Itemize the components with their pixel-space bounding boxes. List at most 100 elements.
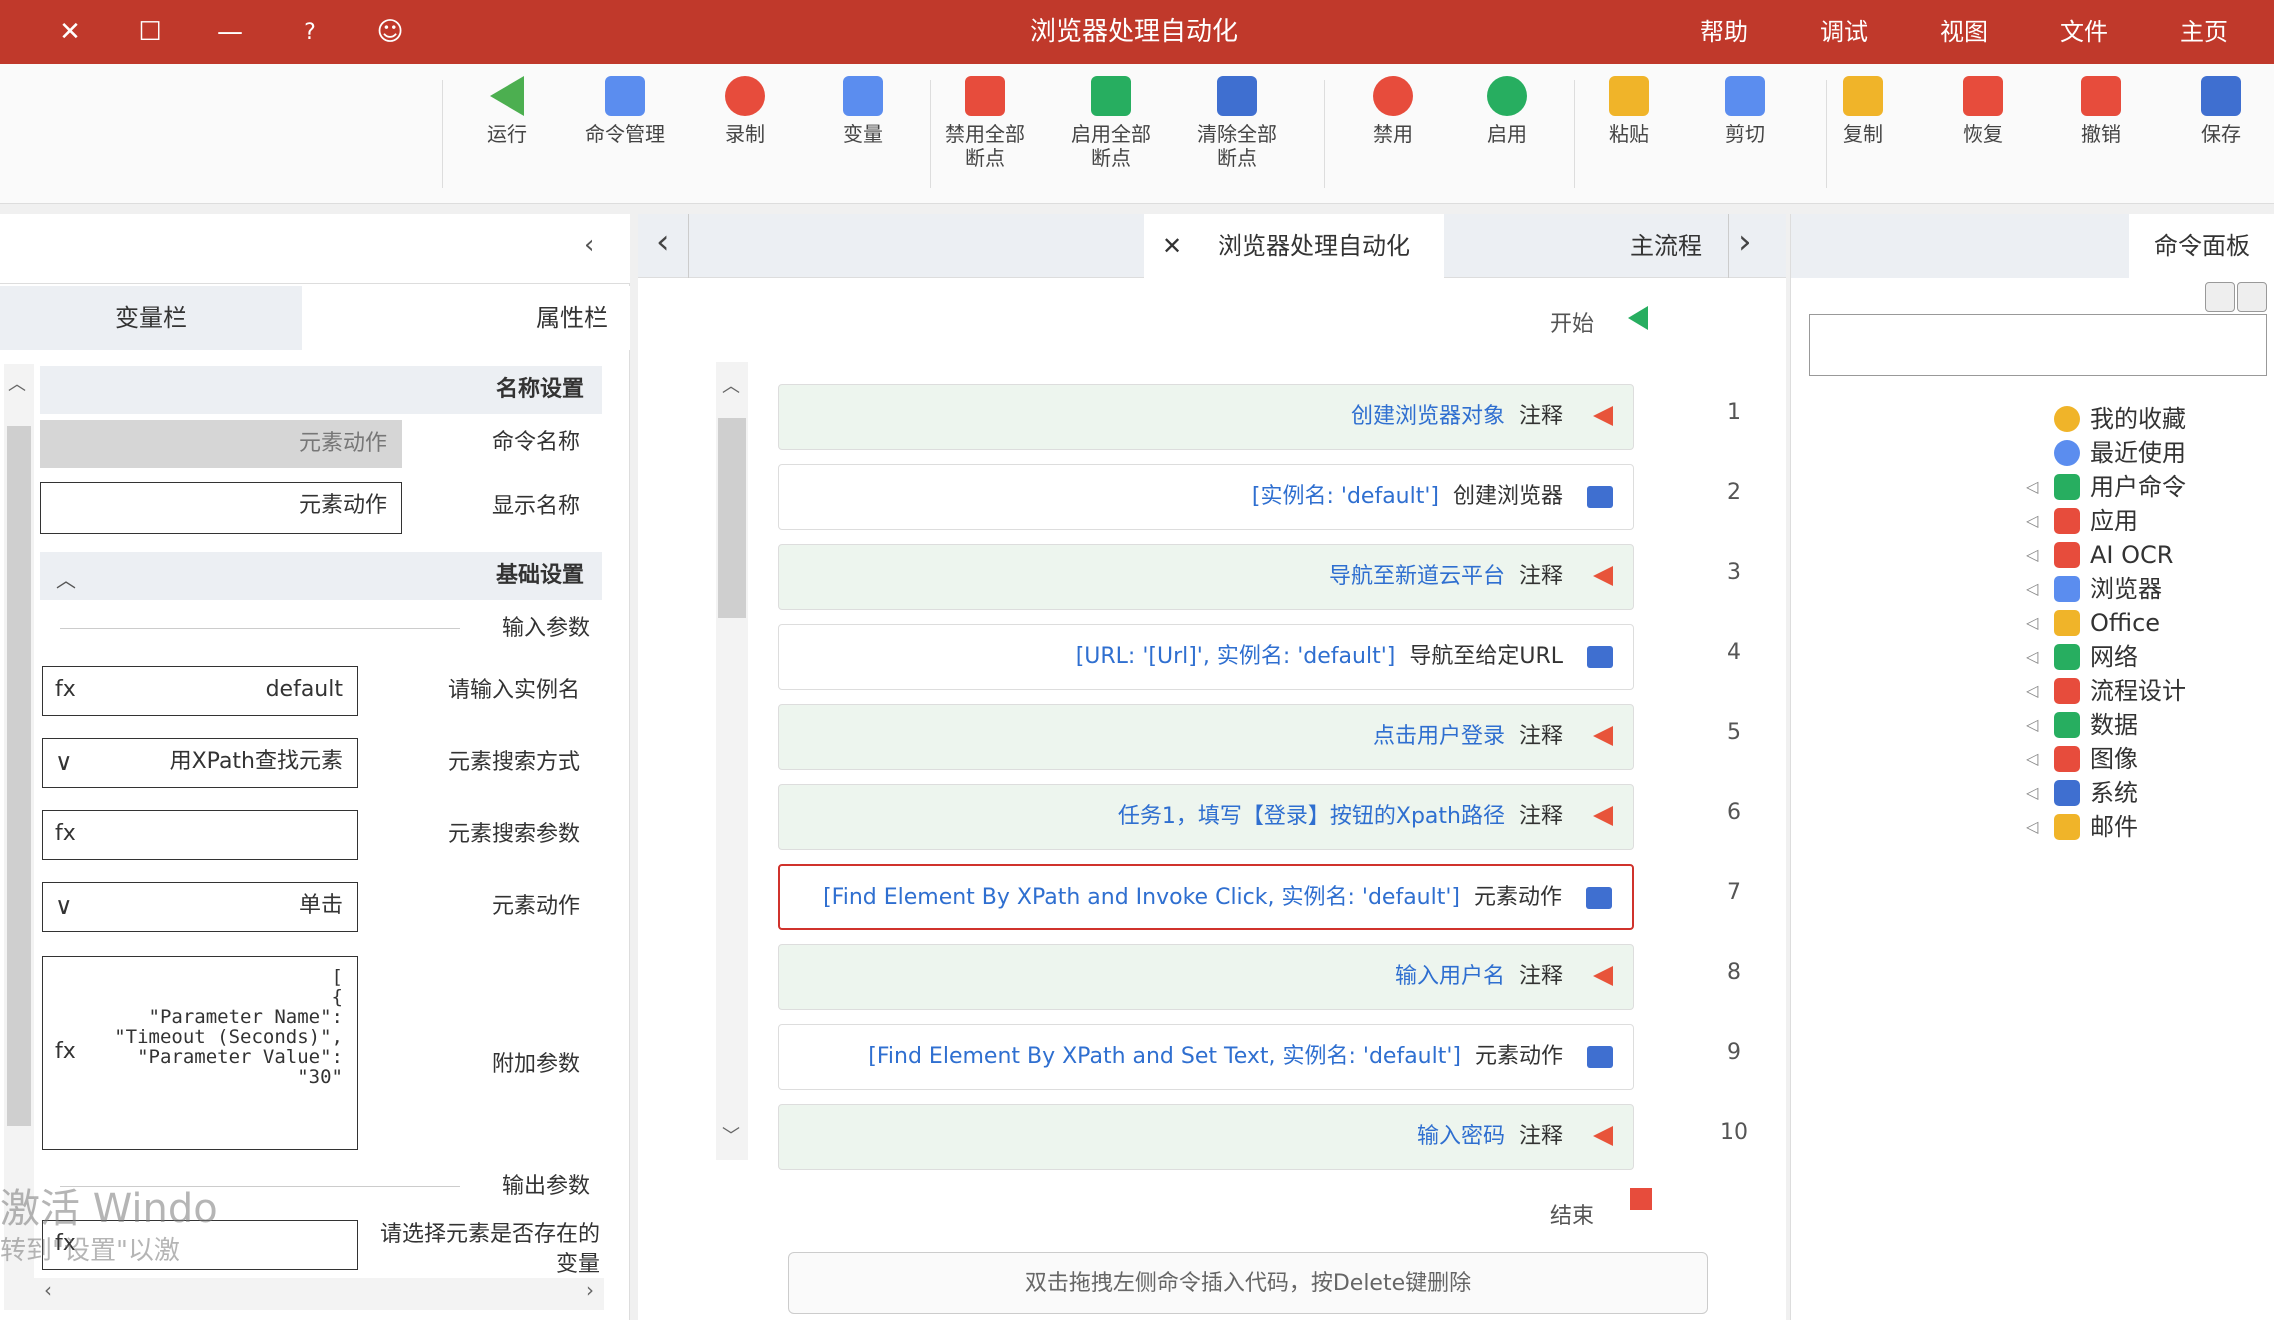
expand-arrow-icon[interactable]: ◁ <box>2026 572 2038 606</box>
command-row[interactable]: 点击用户登录 注释 <box>778 704 1634 770</box>
command-row[interactable]: 任务1，填写【登录】按钮的Xpath路径 注释 <box>778 784 1634 850</box>
menu-help[interactable]: 帮助 <box>1700 14 1748 50</box>
close-tab-icon[interactable]: ✕ <box>1162 214 1182 278</box>
browser-icon <box>1586 887 1612 909</box>
command-row[interactable]: 创建浏览器对象 注释 <box>778 384 1634 450</box>
line-number: 2 <box>1727 480 1741 505</box>
command-row[interactable]: [URL: '[Url]', 实例名: 'default'] 导航至给定URL <box>778 624 1634 690</box>
collapse-all-icon[interactable] <box>2237 282 2267 312</box>
toolbar-label: 命令管理 <box>585 122 665 146</box>
toolbar-paste-button[interactable]: 粘贴 <box>1574 76 1684 146</box>
display-name-field[interactable]: 元素动作 <box>40 482 402 534</box>
tree-item[interactable]: ◁ AI OCR <box>1800 538 2260 572</box>
chevron-left-icon[interactable]: ‹ <box>584 230 594 260</box>
expand-arrow-icon[interactable]: ◁ <box>2026 538 2038 572</box>
tree-item[interactable]: ◁ 图像 <box>1800 742 2260 776</box>
toolbar-grid-button[interactable]: 命令管理 <box>570 76 680 146</box>
command-row[interactable]: 输入密码 注释 <box>778 1104 1634 1170</box>
editor-scrollbar[interactable]: ︿ ﹀ <box>716 362 748 1160</box>
collapse-icon[interactable]: ︿ <box>56 564 76 593</box>
section-basic-settings: 基础设置 <box>40 552 602 600</box>
toolbar-disable-button[interactable]: 禁用 <box>1338 76 1448 146</box>
help-icon[interactable]: ? <box>270 0 350 64</box>
toolbar-run-button[interactable]: 运行 <box>452 76 562 146</box>
chevron-left-icon[interactable]: ‹ <box>656 222 670 262</box>
toolbar-undo-button[interactable]: 恢复 <box>1928 76 2038 146</box>
menu-debug[interactable]: 调试 <box>1820 14 1868 50</box>
menu-home[interactable]: 主页 <box>2180 14 2228 50</box>
tree-item[interactable]: ◁ 网络 <box>1800 640 2260 674</box>
chevron-down-icon[interactable]: ∨ <box>55 883 73 929</box>
search-param-input[interactable]: fx <box>42 810 358 860</box>
toolbar-save-button[interactable]: 保存 <box>2166 76 2274 146</box>
tree-item[interactable]: 我的收藏 <box>1800 402 2260 436</box>
scroll-up-icon[interactable]: ︿ <box>722 372 740 398</box>
tab-variables[interactable]: 变量栏 <box>0 286 302 350</box>
tree-item[interactable]: ◁ 流程设计 <box>1800 674 2260 708</box>
fx-icon[interactable]: fx <box>55 667 76 713</box>
tree-item[interactable]: ◁ 邮件 <box>1800 810 2260 844</box>
tree-item[interactable]: ◁ 系统 <box>1800 776 2260 810</box>
fx-icon[interactable]: fx <box>55 811 76 857</box>
expand-all-icon[interactable] <box>2205 282 2235 312</box>
toolbar-tag-button[interactable]: 启用全部断点 <box>1056 76 1166 170</box>
scroll-right-icon[interactable]: › <box>586 1278 594 1302</box>
toolbar-clear-button[interactable]: 清除全部断点 <box>1182 76 1292 170</box>
expand-arrow-icon[interactable]: ◁ <box>2026 776 2038 810</box>
command-row[interactable]: [Find Element By XPath and Set Text, 实例名… <box>778 1024 1634 1090</box>
toolbar-redo-button[interactable]: 撤销 <box>2046 76 2156 146</box>
expand-arrow-icon[interactable]: ◁ <box>2026 742 2038 776</box>
toolbar-tag-button[interactable]: 禁用全部断点 <box>930 76 1040 170</box>
tree-item[interactable]: ◁ 浏览器 <box>1800 572 2260 606</box>
scroll-left-icon[interactable]: ‹ <box>44 1278 52 1302</box>
scroll-thumb[interactable] <box>7 426 31 1126</box>
command-row[interactable]: 输入用户名 注释 <box>778 944 1634 1010</box>
tree-item[interactable]: ◁ 用户命令 <box>1800 470 2260 504</box>
vertical-scrollbar[interactable]: ︿ <box>4 364 34 1310</box>
close-icon[interactable]: ✕ <box>30 0 110 64</box>
menu-view[interactable]: 视图 <box>1940 14 1988 50</box>
toolbar-grid-button[interactable]: 变量 <box>808 76 918 146</box>
tab-browser-automation[interactable]: ✕ 浏览器处理自动化 <box>1144 214 1444 278</box>
instance-name-input[interactable]: fx default <box>42 666 358 716</box>
tab-properties[interactable]: 属性栏 <box>302 286 630 350</box>
maximize-icon[interactable]: ☐ <box>110 0 190 64</box>
scroll-up-icon[interactable]: ︿ <box>8 370 26 396</box>
chevron-down-icon[interactable]: ∨ <box>55 739 73 785</box>
toolbar-check-button[interactable]: 启用 <box>1452 76 1562 146</box>
expand-arrow-icon[interactable]: ◁ <box>2026 470 2038 504</box>
tree-item[interactable]: ◁ Office <box>1800 606 2260 640</box>
scroll-down-icon[interactable]: ﹀ <box>722 1122 740 1148</box>
apps-icon <box>2054 542 2080 568</box>
scroll-thumb[interactable] <box>718 418 746 618</box>
drop-hint[interactable]: 双击拖拽左侧命令插入代码，按Delete键删除 <box>788 1252 1708 1314</box>
toolbar-record-button[interactable]: 录制 <box>690 76 800 146</box>
minimize-icon[interactable]: — <box>190 0 270 64</box>
expand-arrow-icon[interactable]: ◁ <box>2026 504 2038 538</box>
search-method-select[interactable]: ∨ 用XPath查找元素 <box>42 738 358 788</box>
fx-icon[interactable]: fx <box>55 1037 76 1067</box>
menu-file[interactable]: 文件 <box>2060 14 2108 50</box>
expand-arrow-icon[interactable]: ◁ <box>2026 810 2038 844</box>
account-icon[interactable]: ☺ <box>350 0 430 64</box>
command-row[interactable]: [实例名: 'default'] 创建浏览器 <box>778 464 1634 530</box>
tree-item[interactable]: 最近使用 <box>1800 436 2260 470</box>
command-row[interactable]: 导航至新道云平台 注释 <box>778 544 1634 610</box>
expand-arrow-icon[interactable]: ◁ <box>2026 674 2038 708</box>
tree-item[interactable]: ◁ 应用 <box>1800 504 2260 538</box>
expand-arrow-icon[interactable]: ◁ <box>2026 708 2038 742</box>
toolbar-scissors-button[interactable]: 剪切 <box>1690 76 1800 146</box>
expand-arrow-icon[interactable]: ◁ <box>2026 606 2038 640</box>
extra-params-textarea[interactable]: fx [ { "Parameter Name": "Timeout (Second… <box>42 956 358 1150</box>
instance-name-value: default <box>265 677 343 702</box>
line-number: 8 <box>1727 960 1741 985</box>
command-search-input[interactable] <box>1809 314 2267 376</box>
toolbar-copy-button[interactable]: 复制 <box>1808 76 1918 146</box>
command-row[interactable]: [Find Element By XPath and Invoke Click,… <box>778 864 1634 930</box>
tree-item[interactable]: ◁ 数据 <box>1800 708 2260 742</box>
horizontal-scrollbar[interactable]: ‹ › <box>34 1278 604 1310</box>
expand-arrow-icon[interactable]: ◁ <box>2026 640 2038 674</box>
tab-main-flow[interactable]: 主流程 <box>1444 214 1728 278</box>
element-action-select[interactable]: ∨ 单击 <box>42 882 358 932</box>
chevron-right-icon[interactable]: › <box>1738 222 1752 262</box>
